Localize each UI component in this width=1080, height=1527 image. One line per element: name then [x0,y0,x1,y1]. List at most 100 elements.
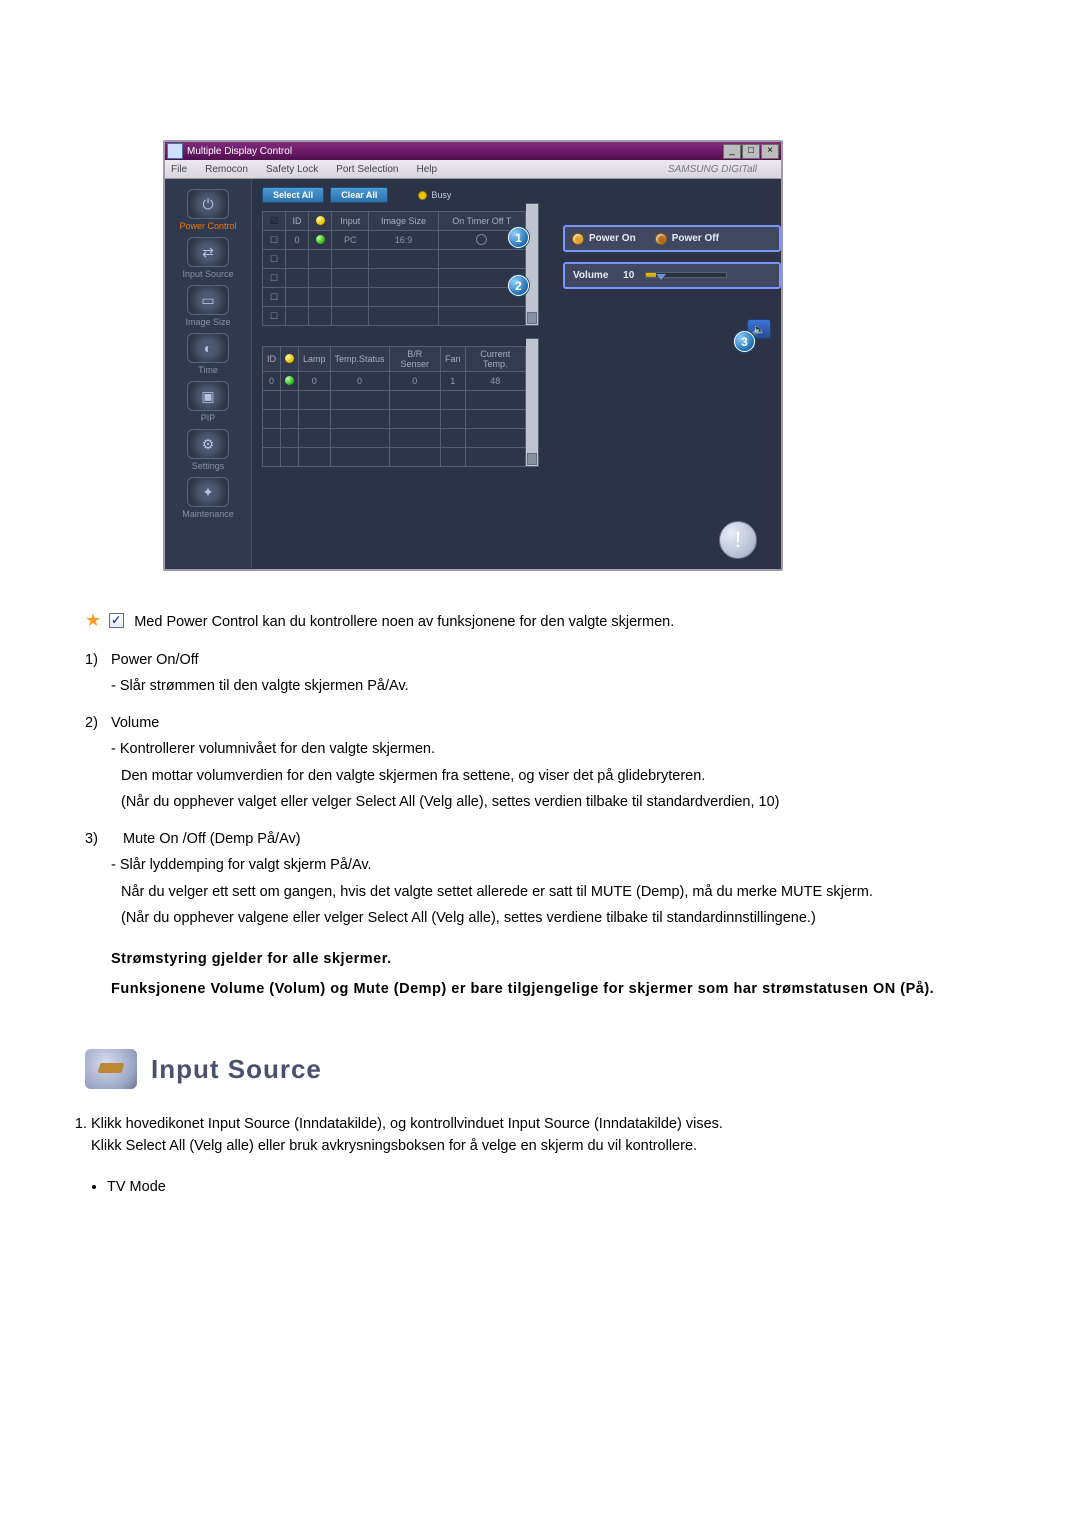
col-id: ID [263,347,281,372]
col-image-size: Image Size [369,212,438,231]
sidebar: ⏻ Power Control ⇄ Input Source ▭ Image S… [165,179,252,569]
table-row[interactable]: 0 0 0 0 1 48 [263,372,526,391]
maximize-button[interactable]: □ [742,144,760,159]
main-panel: Select All Clear All Busy ☑ ID Input Ima… [252,179,781,569]
volume-value: 10 [623,270,634,281]
sidebar-item-power-control[interactable]: ⏻ Power Control [173,189,243,231]
speaker-icon: 🔈 [752,323,766,336]
status-table: ID Lamp Temp.Status B/R Senser Fan Curre… [262,346,526,467]
input-source-icon [85,1049,137,1089]
power-panel: Power On Power Off [563,225,781,252]
row-id: 0 [263,372,281,391]
table-scrollbar[interactable] [526,203,539,326]
table-row[interactable] [263,391,526,410]
sidebar-item-input-source[interactable]: ⇄ Input Source [173,237,243,279]
row-temp-status: 0 [330,372,389,391]
col-id: ID [286,212,309,231]
menu-file[interactable]: File [171,164,187,175]
document-body: ★ Med Power Control kan du kontrollere n… [85,607,995,1198]
power-on-option[interactable]: Power On [573,233,636,244]
status-icon [285,354,294,363]
toolbar: Select All Clear All Busy [262,187,771,203]
menu-safety-lock[interactable]: Safety Lock [266,164,318,175]
row-cur-temp: 48 [465,372,525,391]
menu-port-selection[interactable]: Port Selection [336,164,398,175]
power-on-label: Power On [589,233,636,244]
callout-2: 2 [508,275,529,296]
table-row[interactable] [263,448,526,467]
col-check[interactable]: ☑ [263,212,286,231]
intro-line: ★ Med Power Control kan du kontrollere n… [85,607,995,635]
pip-icon: ▣ [187,381,229,411]
clear-all-button[interactable]: Clear All [330,187,388,203]
table-row[interactable]: ☐ [263,288,526,307]
volume-panel: Volume 10 [563,262,781,289]
volume-slider[interactable] [645,272,727,278]
sidebar-label: Settings [173,461,243,471]
busy-indicator: Busy [418,190,451,200]
slider-handle-icon[interactable] [656,274,666,280]
menu-bar: File Remocon Safety Lock Port Selection … [165,160,781,179]
close-button[interactable]: × [761,144,779,159]
row-input: PC [332,231,369,250]
col-temp-status: Temp.Status [330,347,389,372]
power-off-option[interactable]: Power Off [656,233,719,244]
sidebar-item-image-size[interactable]: ▭ Image Size [173,285,243,327]
busy-dot-icon [418,191,427,200]
sidebar-label: Power Control [173,221,243,231]
brand-label: SAMSUNG DIGITall [668,164,757,175]
list-item: Klikk hovedikonet Input Source (Inndatak… [91,1113,995,1158]
li2c: (Når du opphever valget eller velger Sel… [121,791,995,813]
row-fan: 1 [441,372,466,391]
title-bar: Multiple Display Control _ □ × [165,142,781,160]
sidebar-item-maintenance[interactable]: ✦ Maintenance [173,477,243,519]
right-panel: Power On Power Off Volume 10 🔈 [563,225,781,299]
li3c: (Når du opphever valgene eller velger Se… [121,907,995,929]
table-row[interactable]: ☐ 0 PC 16:9 [263,231,526,250]
table-row[interactable] [263,410,526,429]
sidebar-label: Maintenance [173,509,243,519]
settings-icon: ⚙ [187,429,229,459]
table-scrollbar[interactable] [526,338,539,467]
status-green-icon [316,235,325,244]
row-br: 0 [389,372,440,391]
minimize-button[interactable]: _ [723,144,741,159]
sidebar-label: Image Size [173,317,243,327]
radio-icon [656,234,666,244]
table-row[interactable]: ☐ [263,307,526,326]
col-status [281,347,299,372]
checkbox-icon [109,613,124,628]
row-image-size: 16:9 [369,231,438,250]
maintenance-icon: ✦ [187,477,229,507]
app-title: Multiple Display Control [187,146,292,157]
menu-remocon[interactable]: Remocon [205,164,248,175]
display-table: ☑ ID Input Image Size On Timer Off T ☐ 0… [262,211,526,326]
li3a: - Slår lyddemping for valgt skjerm På/Av… [111,854,995,876]
list-number: 1) [85,649,111,698]
sidebar-item-time[interactable]: ◐ Time [173,333,243,375]
sidebar-item-settings[interactable]: ⚙ Settings [173,429,243,471]
sidebar-item-pip[interactable]: ▣ PIP [173,381,243,423]
table-row[interactable]: ☐ [263,250,526,269]
list-item: TV Mode [107,1176,995,1198]
select-all-button[interactable]: Select All [262,187,324,203]
col-status [309,212,332,231]
row-checkbox[interactable]: ☐ [263,231,286,250]
app-window: Multiple Display Control _ □ × File Remo… [163,140,783,571]
table-row[interactable]: ☐ [263,269,526,288]
app-icon [167,143,183,159]
table-row[interactable] [263,429,526,448]
bold1: Strømstyring gjelder for alle skjermer. [111,948,995,970]
li2-title: Volume [111,712,995,734]
li2b: Den mottar volumverdien for den valgte s… [121,765,995,787]
col-current-temp: Current Temp. [465,347,525,372]
busy-label: Busy [431,190,451,200]
row-lamp: 0 [299,372,331,391]
power-icon: ⏻ [187,189,229,219]
time-icon: ◐ [187,333,229,363]
menu-help[interactable]: Help [416,164,437,175]
status-green-icon [285,376,294,385]
col-br-sensor: B/R Senser [389,347,440,372]
sidebar-label: Input Source [173,269,243,279]
li1-title: Power On/Off [111,649,995,671]
